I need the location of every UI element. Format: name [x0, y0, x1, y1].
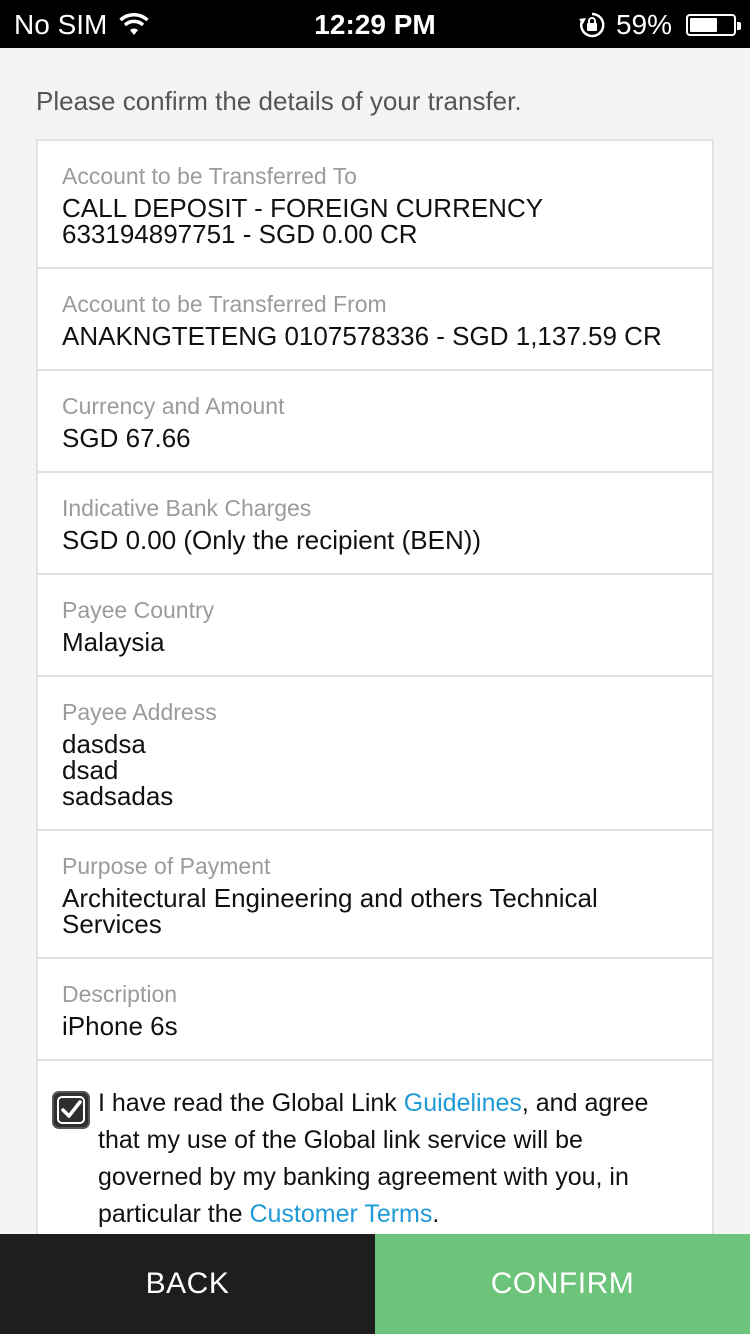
detail-row-purpose: Purpose of Payment Architectural Enginee…	[38, 831, 712, 959]
detail-row-from-account: Account to be Transferred From ANAKNGTET…	[38, 269, 712, 371]
battery-percent: 59%	[615, 9, 672, 40]
detail-value: CALL DEPOSIT - FOREIGN CURRENCY 63319489…	[62, 193, 544, 249]
detail-row-description: Description iPhone 6s	[38, 959, 712, 1061]
detail-value: dasdsa dsad sadsadas	[62, 729, 174, 811]
detail-label: Indicative Bank Charges	[62, 495, 312, 521]
detail-row-payee-country: Payee Country Malaysia	[38, 575, 712, 677]
transfer-details-card: Account to be Transferred To CALL DEPOSI…	[36, 139, 714, 1239]
detail-label: Purpose of Payment	[62, 853, 271, 879]
battery-fill	[690, 18, 718, 32]
guidelines-link[interactable]: Guidelines	[404, 1089, 522, 1117]
detail-label: Currency and Amount	[62, 393, 285, 419]
detail-label: Account to be Transferred To	[62, 163, 357, 189]
detail-row-bank-charges: Indicative Bank Charges SGD 0.00 (Only t…	[38, 473, 712, 575]
detail-row-to-account: Account to be Transferred To CALL DEPOSI…	[38, 141, 712, 269]
footer-actions: BACK CONFIRM	[0, 1234, 750, 1334]
detail-value: ANAKNGTETENG 0107578336 - SGD 1,137.59 C…	[62, 321, 662, 351]
battery-icon	[686, 14, 741, 36]
status-bar: No SIM 12:29 PM 59%	[0, 0, 750, 48]
agreement-section: I have read the Global Link Guidelines, …	[38, 1061, 712, 1233]
confirm-button[interactable]: CONFIRM	[375, 1234, 750, 1334]
detail-value: Malaysia	[62, 627, 165, 657]
rotation-lock-icon	[578, 12, 605, 38]
detail-value: iPhone 6s	[62, 1011, 178, 1041]
detail-label: Account to be Transferred From	[62, 291, 387, 317]
checkmark-icon	[57, 1096, 85, 1124]
detail-value: Architectural Engineering and others Tec…	[62, 883, 598, 939]
detail-label: Payee Country	[62, 597, 215, 623]
detail-row-amount: Currency and Amount SGD 67.66	[38, 371, 712, 473]
detail-value: SGD 67.66	[62, 423, 191, 453]
page-instruction: Please confirm the details of your trans…	[36, 86, 522, 116]
customer-terms-link[interactable]: Customer Terms	[249, 1200, 432, 1228]
detail-label: Description	[62, 981, 178, 1007]
back-button[interactable]: BACK	[0, 1234, 375, 1334]
detail-row-payee-address: Payee Address dasdsa dsad sadsadas	[38, 677, 712, 831]
agreement-checkbox[interactable]	[52, 1091, 90, 1129]
agreement-text: I have read the Global Link Guidelines, …	[98, 1089, 649, 1228]
detail-label: Payee Address	[62, 699, 217, 725]
detail-value: SGD 0.00 (Only the recipient (BEN))	[62, 525, 482, 555]
